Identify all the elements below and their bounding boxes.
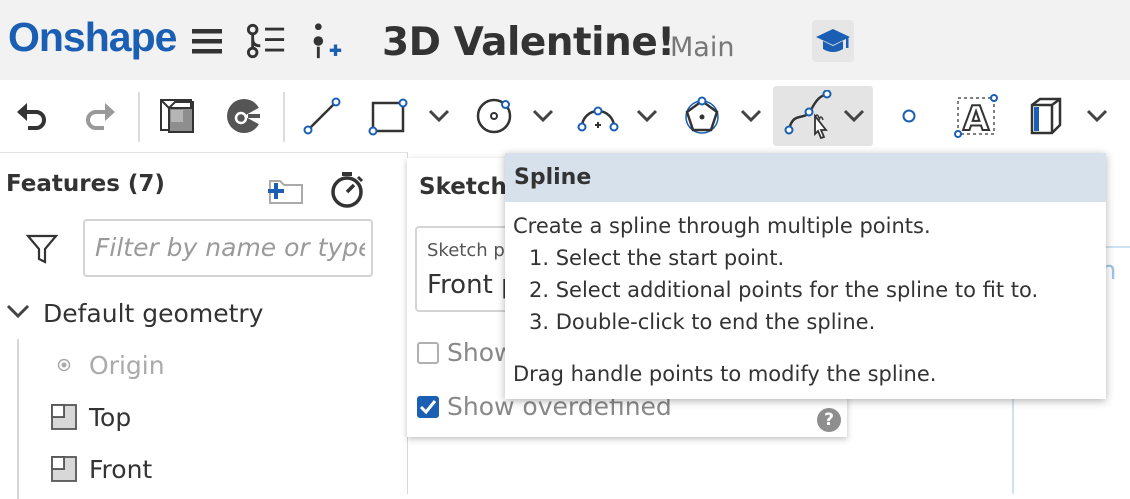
use-icon[interactable] <box>1020 86 1068 146</box>
feature-list-panel: Features (7) Default geometry Origin Top… <box>0 152 408 499</box>
svg-text:A: A <box>963 99 990 138</box>
canvas-plane-edge <box>1104 246 1130 248</box>
tooltip-header: Spline <box>505 153 1106 202</box>
filter-field[interactable] <box>83 219 373 277</box>
toolbar-divider <box>283 92 285 142</box>
tooltip-step: 3. Double-click to end the spline. <box>529 310 876 334</box>
sketch-plane-value: Front p <box>427 270 518 300</box>
tree-guide-line <box>17 339 19 499</box>
menu-icon[interactable] <box>187 20 227 62</box>
sketch-plane-label: Sketch pl <box>427 240 510 261</box>
top-bar: Onshape 3D Valentine! Main <box>0 0 1130 80</box>
chevron-down-icon[interactable] <box>424 86 454 146</box>
add-folder-icon[interactable] <box>266 173 306 211</box>
tooltip-title: Spline <box>514 165 592 190</box>
chevron-down-icon[interactable] <box>632 86 662 146</box>
sketch-toolbar: A <box>0 80 1130 152</box>
origin-icon <box>56 357 72 377</box>
plane-icon <box>50 455 78 487</box>
tooltip-step: 2. Select additional points for the spli… <box>529 278 1039 302</box>
help-icon[interactable]: ? <box>817 408 841 432</box>
text-icon[interactable]: A <box>952 86 1000 146</box>
sketch-dialog-title: Sketch <box>419 174 507 200</box>
show-overdefined-checkbox[interactable] <box>417 396 439 418</box>
undo-icon[interactable] <box>10 86 54 146</box>
tree-item-label: Origin <box>89 351 165 380</box>
polygon-icon[interactable] <box>678 86 726 146</box>
point-icon[interactable] <box>890 86 928 146</box>
spline-icon <box>781 90 837 142</box>
redo-icon[interactable] <box>78 86 122 146</box>
chevron-down-icon[interactable] <box>1082 86 1112 146</box>
circle-icon[interactable] <box>470 86 518 146</box>
rollback-timer-icon[interactable] <box>328 171 366 213</box>
chevron-down-icon[interactable] <box>736 86 766 146</box>
checkmark-icon <box>419 400 437 415</box>
toolbar-divider <box>138 92 140 142</box>
tooltip-description: Create a spline through multiple points. <box>513 214 931 238</box>
onshape-logo[interactable]: Onshape <box>8 12 177 62</box>
default-geometry-group[interactable]: Default geometry <box>43 299 263 328</box>
features-title: Features (7) <box>6 171 165 197</box>
insert-icon[interactable] <box>305 20 345 62</box>
line-icon[interactable] <box>298 86 346 146</box>
chevron-down-icon[interactable] <box>528 86 558 146</box>
chevron-down-icon[interactable] <box>6 303 30 323</box>
plane-icon <box>50 403 78 435</box>
rectangle-icon[interactable] <box>364 86 410 146</box>
branch-label[interactable]: Main <box>670 30 734 66</box>
tooltip-step: 1. Select the start point. <box>529 246 785 270</box>
tree-item-label: Front <box>89 455 153 484</box>
tooltip-footer: Drag handle points to modify the spline. <box>513 362 937 386</box>
show-constraints-checkbox[interactable] <box>417 342 439 364</box>
chevron-down-icon[interactable] <box>843 109 865 123</box>
arc-icon[interactable] <box>574 86 622 146</box>
filter-input[interactable] <box>93 221 367 273</box>
learning-center-icon[interactable] <box>812 20 854 62</box>
spline-tooltip: Spline Create a spline through multiple … <box>505 153 1106 399</box>
filter-icon[interactable] <box>25 233 59 269</box>
tree-item-label: Top <box>89 403 132 432</box>
spline-button[interactable] <box>773 86 873 146</box>
section-icon[interactable] <box>222 86 266 146</box>
document-title[interactable]: 3D Valentine! <box>382 18 675 68</box>
view-cube-icon[interactable] <box>154 86 200 146</box>
versions-icon[interactable] <box>246 20 286 62</box>
